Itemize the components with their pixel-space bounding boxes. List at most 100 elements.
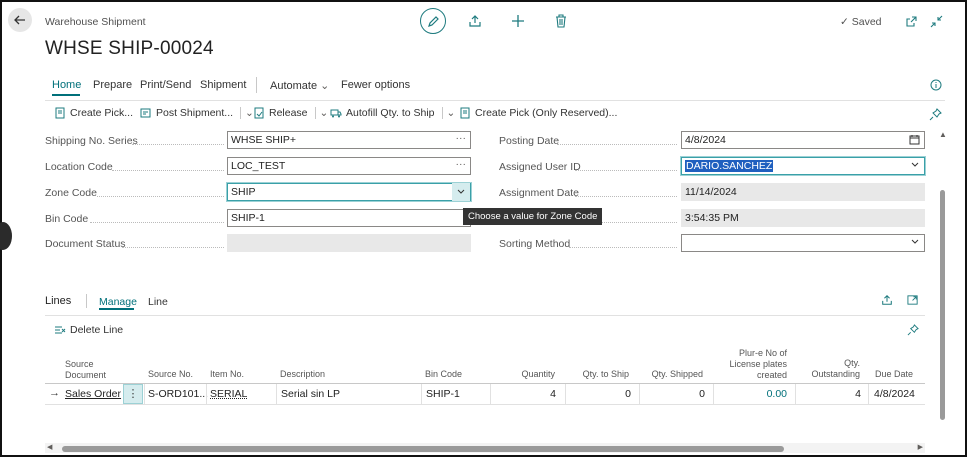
location-code-label: Location Code (45, 161, 113, 173)
more-vertical-icon: ⋮ (127, 387, 139, 400)
bin-code-field[interactable]: SHIP-1 (227, 209, 471, 227)
column-header-description[interactable]: Description (280, 369, 325, 380)
divider (314, 107, 316, 119)
chevron-down-icon[interactable] (910, 160, 920, 170)
ellipsis-icon[interactable]: ··· (456, 132, 467, 144)
create-pick-button[interactable]: Create Pick... (54, 107, 133, 119)
tab-home[interactable]: Home (52, 79, 81, 91)
description-cell[interactable]: Serial sin LP (281, 388, 340, 400)
location-code-field[interactable]: LOC_TEST ··· (227, 157, 471, 175)
lines-share-button[interactable] (881, 294, 893, 306)
source-no-cell[interactable]: S-ORD101... (148, 388, 208, 400)
chevron-down-icon[interactable] (910, 237, 920, 247)
sorting-method-field[interactable] (681, 234, 925, 252)
arrow-left-icon (14, 15, 25, 25)
tab-manage[interactable]: Manage (99, 296, 137, 308)
pin-icon (929, 107, 942, 120)
tab-shipment[interactable]: Shipment (200, 79, 246, 91)
qty-to-ship-cell[interactable]: 0 (570, 388, 631, 400)
share-icon (469, 15, 481, 27)
quantity-cell[interactable]: 4 (495, 388, 556, 400)
trash-icon (556, 14, 566, 28)
collapse-button[interactable] (927, 12, 945, 30)
chevron-down-icon[interactable]: ⌄ (447, 107, 456, 119)
bin-code-cell[interactable]: SHIP-1 (426, 388, 460, 400)
sorting-method-label: Sorting Method (499, 238, 571, 250)
qty-shipped-cell[interactable]: 0 (644, 388, 705, 400)
post-shipment-button[interactable]: Post Shipment... ⌄ (140, 107, 254, 119)
assigned-user-id-field[interactable]: DARIO.SANCHEZ (681, 157, 925, 175)
delete-line-button[interactable]: Delete Line (54, 324, 123, 336)
due-date-cell[interactable]: 4/8/2024 (874, 388, 915, 400)
release-button[interactable]: Release ⌄ (253, 107, 328, 119)
column-header-lp-created[interactable]: Plur-e No of License plates created (714, 348, 787, 381)
back-button[interactable] (8, 8, 32, 32)
column-header-qty-shipped[interactable]: Qty. Shipped (641, 369, 703, 380)
pencil-icon (427, 15, 439, 27)
column-header-source-no[interactable]: Source No. (148, 369, 193, 380)
saved-status: ✓ Saved (840, 16, 882, 28)
column-header-qty-to-ship[interactable]: Qty. to Ship (567, 369, 629, 380)
assignment-date-label: Assignment Date (499, 187, 579, 199)
column-header-qty-outstanding[interactable]: Qty. Outstanding (810, 358, 860, 380)
tab-line[interactable]: Line (148, 296, 168, 308)
divider (86, 294, 87, 308)
divider (795, 384, 796, 404)
autofill-qty-button[interactable]: Autofill Qty. to Ship ⌄ (330, 107, 455, 119)
delete-button[interactable] (552, 12, 570, 30)
divider (868, 384, 869, 404)
horizontal-scrollbar-thumb[interactable] (62, 446, 784, 452)
ellipsis-icon[interactable]: ··· (456, 158, 467, 170)
tab-print-send[interactable]: Print/Send (140, 79, 191, 91)
fewer-options-button[interactable]: Fewer options (341, 79, 410, 91)
divider (276, 384, 277, 404)
open-new-window-button[interactable] (902, 12, 920, 30)
divider (713, 384, 714, 404)
info-button[interactable] (929, 78, 942, 91)
column-header-quantity[interactable]: Quantity (492, 369, 555, 380)
share-button[interactable] (466, 12, 484, 30)
scroll-up-icon[interactable]: ▲ (939, 130, 947, 139)
lines-title: Lines (45, 295, 72, 307)
tab-automate[interactable]: Automate ⌄ (270, 79, 329, 92)
leader-dots (557, 144, 677, 145)
table-row[interactable]: → Sales Order ⋮ S-ORD101... SERIAL Seria… (45, 384, 925, 404)
scroll-left-icon[interactable]: ◀ (47, 443, 52, 451)
column-header-item-no[interactable]: Item No. (210, 369, 244, 380)
zone-code-field[interactable]: SHIP (227, 183, 471, 201)
divider (490, 384, 491, 404)
lines-expand-button[interactable] (907, 294, 919, 306)
vertical-scrollbar-thumb[interactable] (940, 190, 945, 420)
page-frame: Warehouse Shipment WHSE SHIP-00024 ✓ Sav… (0, 0, 967, 457)
scroll-right-icon[interactable]: ▶ (918, 443, 923, 451)
column-header-bin-code[interactable]: Bin Code (425, 369, 462, 380)
new-button[interactable] (509, 12, 527, 30)
row-actions-button[interactable]: ⋮ (123, 384, 143, 404)
shipping-no-series-field[interactable]: WHSE SHIP+ ··· (227, 131, 471, 149)
posting-date-field[interactable]: 4/8/2024 (681, 131, 925, 149)
shipping-no-series-label: Shipping No. Series (45, 135, 138, 147)
pin-icon (907, 324, 919, 336)
qty-outstanding-cell[interactable]: 4 (800, 388, 861, 400)
item-no-cell[interactable]: SERIAL (210, 388, 247, 400)
lines-personalize-button[interactable] (907, 324, 919, 336)
column-header-source-document[interactable]: Source Document (65, 359, 125, 381)
row-selector-arrow-icon: → (49, 387, 60, 399)
personalize-button[interactable] (928, 107, 942, 121)
zone-code-dropdown-button[interactable] (452, 183, 470, 201)
side-panel-handle[interactable] (0, 222, 12, 250)
assignment-date-field: 11/14/2024 (681, 183, 925, 201)
column-header-due-date[interactable]: Due Date (875, 369, 913, 380)
create-pick-only-reserved-button[interactable]: Create Pick (Only Reserved)... (459, 107, 617, 119)
bin-code-label: Bin Code (45, 213, 89, 225)
divider (206, 384, 207, 404)
zone-code-label: Zone Code (45, 187, 97, 199)
open-external-icon (905, 15, 917, 27)
edit-button[interactable] (420, 8, 446, 34)
document-status-label: Document Status (45, 238, 126, 250)
lp-created-cell[interactable]: 0.00 (718, 388, 787, 400)
tab-prepare[interactable]: Prepare (93, 79, 132, 91)
calendar-button[interactable] (909, 134, 920, 145)
calendar-icon (909, 135, 920, 145)
chevron-down-icon[interactable]: ⌄ (320, 107, 329, 119)
